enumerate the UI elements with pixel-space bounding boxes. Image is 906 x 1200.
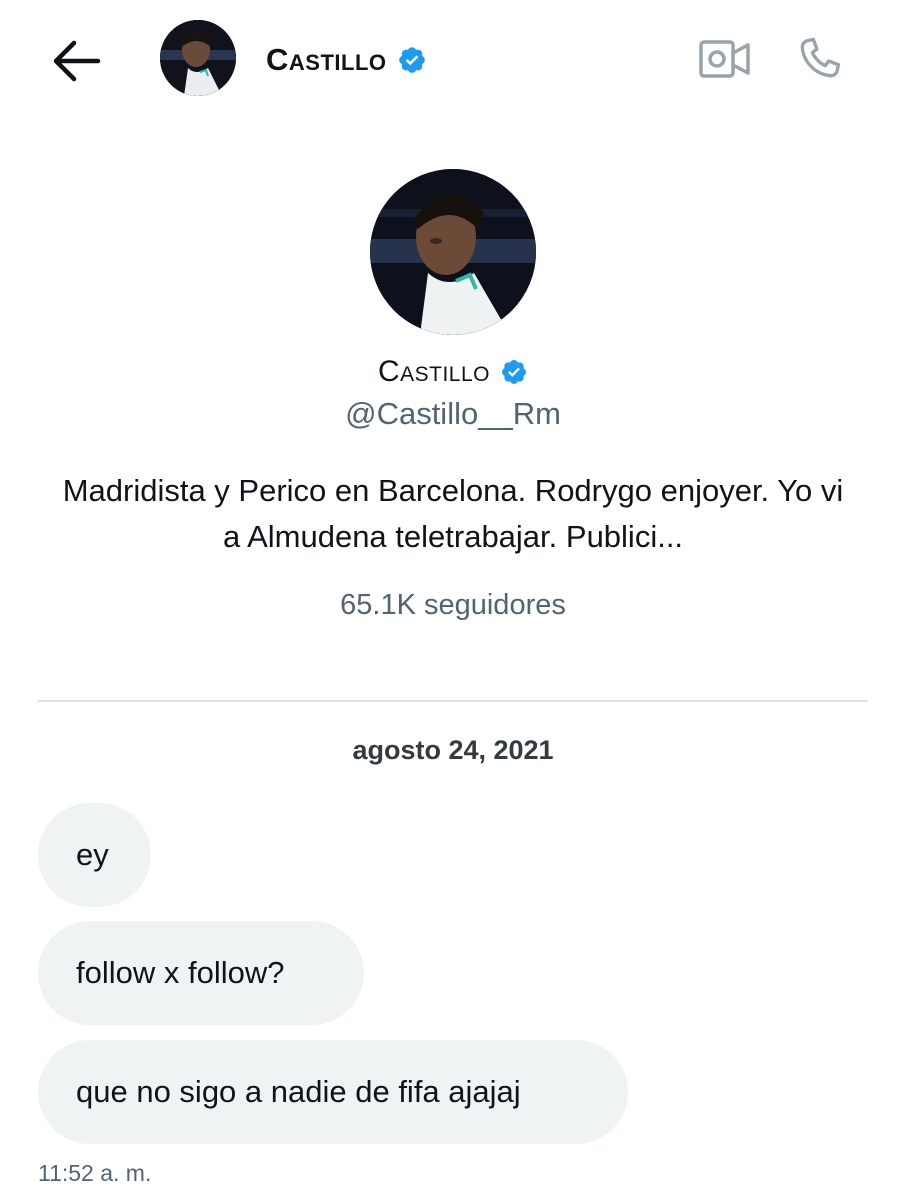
video-call-button[interactable]: [698, 38, 752, 80]
date-separator: agosto 24, 2021: [352, 735, 554, 765]
voice-call-button[interactable]: [794, 34, 844, 84]
profile-bio: Madridista y Perico en Barcelona. Rodryg…: [62, 473, 844, 554]
verified-badge-icon: [398, 47, 425, 73]
avatar-image: [370, 169, 536, 335]
arrow-left-icon: [53, 40, 101, 82]
profile-handle: @Castillo__Rm: [345, 396, 561, 431]
video-camera-icon: [699, 40, 750, 78]
header-title[interactable]: Castillo: [266, 40, 427, 80]
phone-icon: [800, 37, 841, 78]
avatar-image: [160, 20, 236, 96]
followers-count[interactable]: 65.1K seguidores: [0, 583, 906, 627]
message-timestamp: 11:52 a. m.: [38, 1160, 152, 1186]
divider: [38, 700, 868, 702]
message-bubble[interactable]: follow x follow?: [38, 921, 364, 1025]
header-avatar[interactable]: [160, 20, 236, 96]
verified-badge-icon: [502, 360, 526, 384]
header-name-text: Castillo: [266, 42, 387, 77]
profile-avatar[interactable]: [370, 169, 536, 335]
message-bubble[interactable]: que no sigo a nadie de fifa ajajaj: [38, 1040, 628, 1144]
profile-name[interactable]: Castillo: [0, 350, 906, 394]
profile-name-text: Castillo: [377, 355, 491, 388]
dm-conversation-screen: Castillo Castillo @Castillo__Rm Madridis…: [0, 0, 906, 1200]
message-bubble[interactable]: ey: [38, 803, 151, 907]
conversation-header: Castillo: [0, 0, 906, 120]
back-button[interactable]: [50, 36, 104, 86]
